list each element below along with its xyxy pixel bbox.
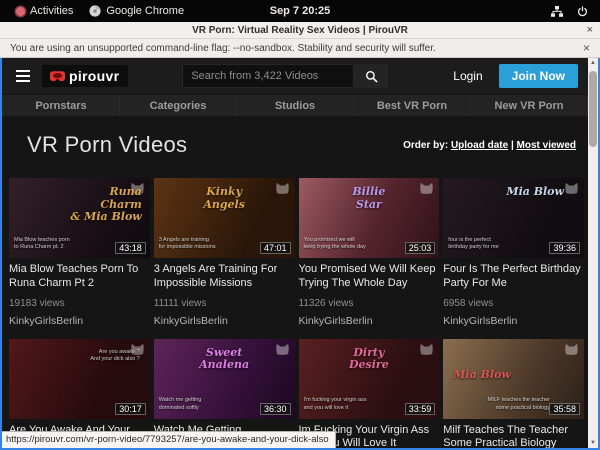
duration-badge: 35:58 — [549, 403, 580, 415]
screen: Activities Google Chrome Sep 7 20:25 VR … — [0, 0, 600, 450]
duration-badge: 39:36 — [549, 242, 580, 254]
duration-badge: 30:17 — [115, 403, 146, 415]
video-card: Mia Blow MILF teaches the teacher some p… — [443, 339, 584, 449]
video-title[interactable]: Mia Blow Teaches Porn To Runa Charm Pt 2 — [9, 263, 150, 291]
search-input[interactable] — [182, 64, 354, 88]
video-title[interactable]: You Promised We Will Keep Trying The Who… — [299, 263, 440, 291]
chrome-infobar: You are using an unsupported command-lin… — [0, 39, 600, 58]
order-by-controls: Order by: Upload date | Most viewed — [403, 140, 576, 151]
duration-badge: 43:18 — [115, 242, 146, 254]
duration-badge: 36:30 — [260, 403, 291, 415]
nav-item-best-vr-porn[interactable]: Best VR Porn — [354, 95, 471, 116]
vr-headset-icon — [48, 70, 67, 83]
thumbnail-model-name: Mia Blow — [443, 186, 584, 199]
site-logo[interactable]: pirouvr — [42, 65, 128, 87]
video-thumbnail[interactable]: Dirty Desire I'm fucking your virgin ass… — [299, 339, 440, 419]
duration-badge: 25:03 — [405, 242, 436, 254]
search-icon — [365, 70, 378, 83]
scrollbar[interactable]: ▲ ▼ — [588, 58, 598, 448]
duration-badge: 33:59 — [405, 403, 436, 415]
window-close-button[interactable]: × — [587, 24, 593, 36]
order-separator: | — [508, 140, 516, 151]
video-card: Billie Star You promised we will keep tr… — [299, 178, 440, 327]
thumbnail-model-name: Mia Blow — [443, 369, 584, 382]
thumbnail-caption: Are you awake ? And your dick also ? — [90, 349, 140, 364]
activities-label: Activities — [30, 5, 73, 17]
video-studio-link[interactable]: KinkyGirlsBerlin — [299, 315, 440, 327]
thumbnail-caption: MILF teaches the teacher some practical … — [488, 397, 550, 412]
main-nav: Pornstars Categories Studios Best VR Por… — [2, 94, 588, 117]
video-card: Mia Blow four is the perfect birthday pa… — [443, 178, 584, 327]
search-bar — [182, 64, 388, 88]
thumbnail-caption: 3 Angels are training for impossible mis… — [159, 237, 216, 252]
video-grid: Runa Charm & Mia Blow Mia Blow teaches p… — [9, 178, 584, 448]
video-studio-link[interactable]: KinkyGirlsBerlin — [9, 315, 150, 327]
app-menu-label: Google Chrome — [106, 5, 184, 17]
join-now-button[interactable]: Join Now — [499, 64, 578, 88]
video-views: 19183 views — [9, 298, 150, 309]
site-header: pirouvr Login Join Now — [2, 58, 588, 94]
clock-menu[interactable]: Sep 7 20:25 — [270, 5, 331, 17]
scrollbar-up-arrow-icon[interactable]: ▲ — [590, 58, 596, 68]
video-studio-link[interactable]: KinkyGirlsBerlin — [154, 315, 295, 327]
video-thumbnail[interactable]: Kinky Angels 3 Angels are training for i… — [154, 178, 295, 258]
video-title[interactable]: Four Is The Perfect Birthday Party For M… — [443, 263, 584, 291]
video-views: 6958 views — [443, 298, 584, 309]
order-most-viewed-link[interactable]: Most viewed — [517, 140, 576, 151]
browser-viewport: pirouvr Login Join Now Pornstars Categor… — [0, 58, 600, 450]
hamburger-menu-icon[interactable] — [16, 70, 30, 82]
thumbnail-model-name: Kinky Angels — [154, 186, 295, 211]
thumbnail-caption: Mia Blow teaches porn to Runa Charm pt. … — [14, 237, 70, 252]
video-thumbnail[interactable]: Mia Blow four is the perfect birthday pa… — [443, 178, 584, 258]
thumbnail-model-name: Dirty Desire — [299, 347, 440, 372]
thumbnail-caption: four is the perfect birthday party for m… — [448, 237, 498, 252]
video-thumbnail[interactable]: Billie Star You promised we will keep tr… — [299, 178, 440, 258]
login-link[interactable]: Login — [453, 69, 482, 83]
duration-badge: 47:01 — [260, 242, 291, 254]
nav-item-categories[interactable]: Categories — [120, 95, 237, 116]
order-upload-date-link[interactable]: Upload date — [451, 140, 508, 151]
thumbnail-model-name: Billie Star — [299, 186, 440, 211]
search-button[interactable] — [354, 64, 388, 88]
order-by-label: Order by: — [403, 140, 448, 151]
video-card: Kinky Angels 3 Angels are training for i… — [154, 178, 295, 327]
video-views: 11326 views — [299, 298, 440, 309]
infobar-close-icon[interactable]: × — [583, 41, 590, 55]
app-menu-google-chrome[interactable]: Google Chrome — [81, 5, 192, 17]
status-bar-url: https://pirouvr.com/vr-porn-video/779325… — [2, 431, 336, 448]
cat-watermark-icon — [564, 342, 579, 360]
nav-item-pornstars[interactable]: Pornstars — [2, 95, 120, 116]
thumbnail-caption: Watch me getting dominated softly — [159, 397, 202, 412]
video-thumbnail[interactable]: Runa Charm & Mia Blow Mia Blow teaches p… — [9, 178, 150, 258]
video-views: 11111 views — [154, 298, 295, 309]
system-top-bar: Activities Google Chrome Sep 7 20:25 — [0, 0, 600, 22]
thumbnail-caption: I'm fucking your virgin ass and you will… — [304, 397, 367, 412]
video-title[interactable]: 3 Angels Are Training For Impossible Mis… — [154, 263, 295, 291]
power-icon[interactable] — [577, 6, 588, 17]
thumbnail-model-name: Sweet Analena — [154, 347, 295, 372]
activities-button[interactable]: Activities — [8, 5, 81, 17]
infobar-message: You are using an unsupported command-lin… — [10, 43, 436, 54]
video-thumbnail[interactable]: Are you awake ? And your dick also ? 30:… — [9, 339, 150, 419]
recording-indicator-icon — [16, 7, 25, 16]
video-thumbnail[interactable]: Mia Blow MILF teaches the teacher some p… — [443, 339, 584, 419]
page-title: VR Porn Videos — [27, 132, 187, 158]
nav-item-studios[interactable]: Studios — [237, 95, 354, 116]
video-card: Runa Charm & Mia Blow Mia Blow teaches p… — [9, 178, 150, 327]
nav-item-new-vr-porn[interactable]: New VR Porn — [471, 95, 588, 116]
thumbnail-model-name: Runa Charm & Mia Blow — [9, 186, 150, 224]
window-titlebar: VR Porn: Virtual Reality Sex Videos | Pi… — [0, 22, 600, 39]
video-studio-link[interactable]: KinkyGirlsBerlin — [443, 315, 584, 327]
thumbnail-caption: You promised we will keep trying the who… — [304, 237, 366, 252]
video-title[interactable]: Milf Teaches The Teacher Some Practical … — [443, 424, 584, 449]
video-thumbnail[interactable]: Sweet Analena Watch me getting dominated… — [154, 339, 295, 419]
logo-text: pirouvr — [69, 68, 119, 84]
scrollbar-down-arrow-icon[interactable]: ▼ — [590, 438, 596, 448]
window-title: VR Porn: Virtual Reality Sex Videos | Pi… — [192, 25, 408, 36]
scrollbar-thumb[interactable] — [589, 71, 597, 147]
chrome-icon — [89, 5, 101, 17]
network-icon[interactable] — [551, 6, 563, 17]
